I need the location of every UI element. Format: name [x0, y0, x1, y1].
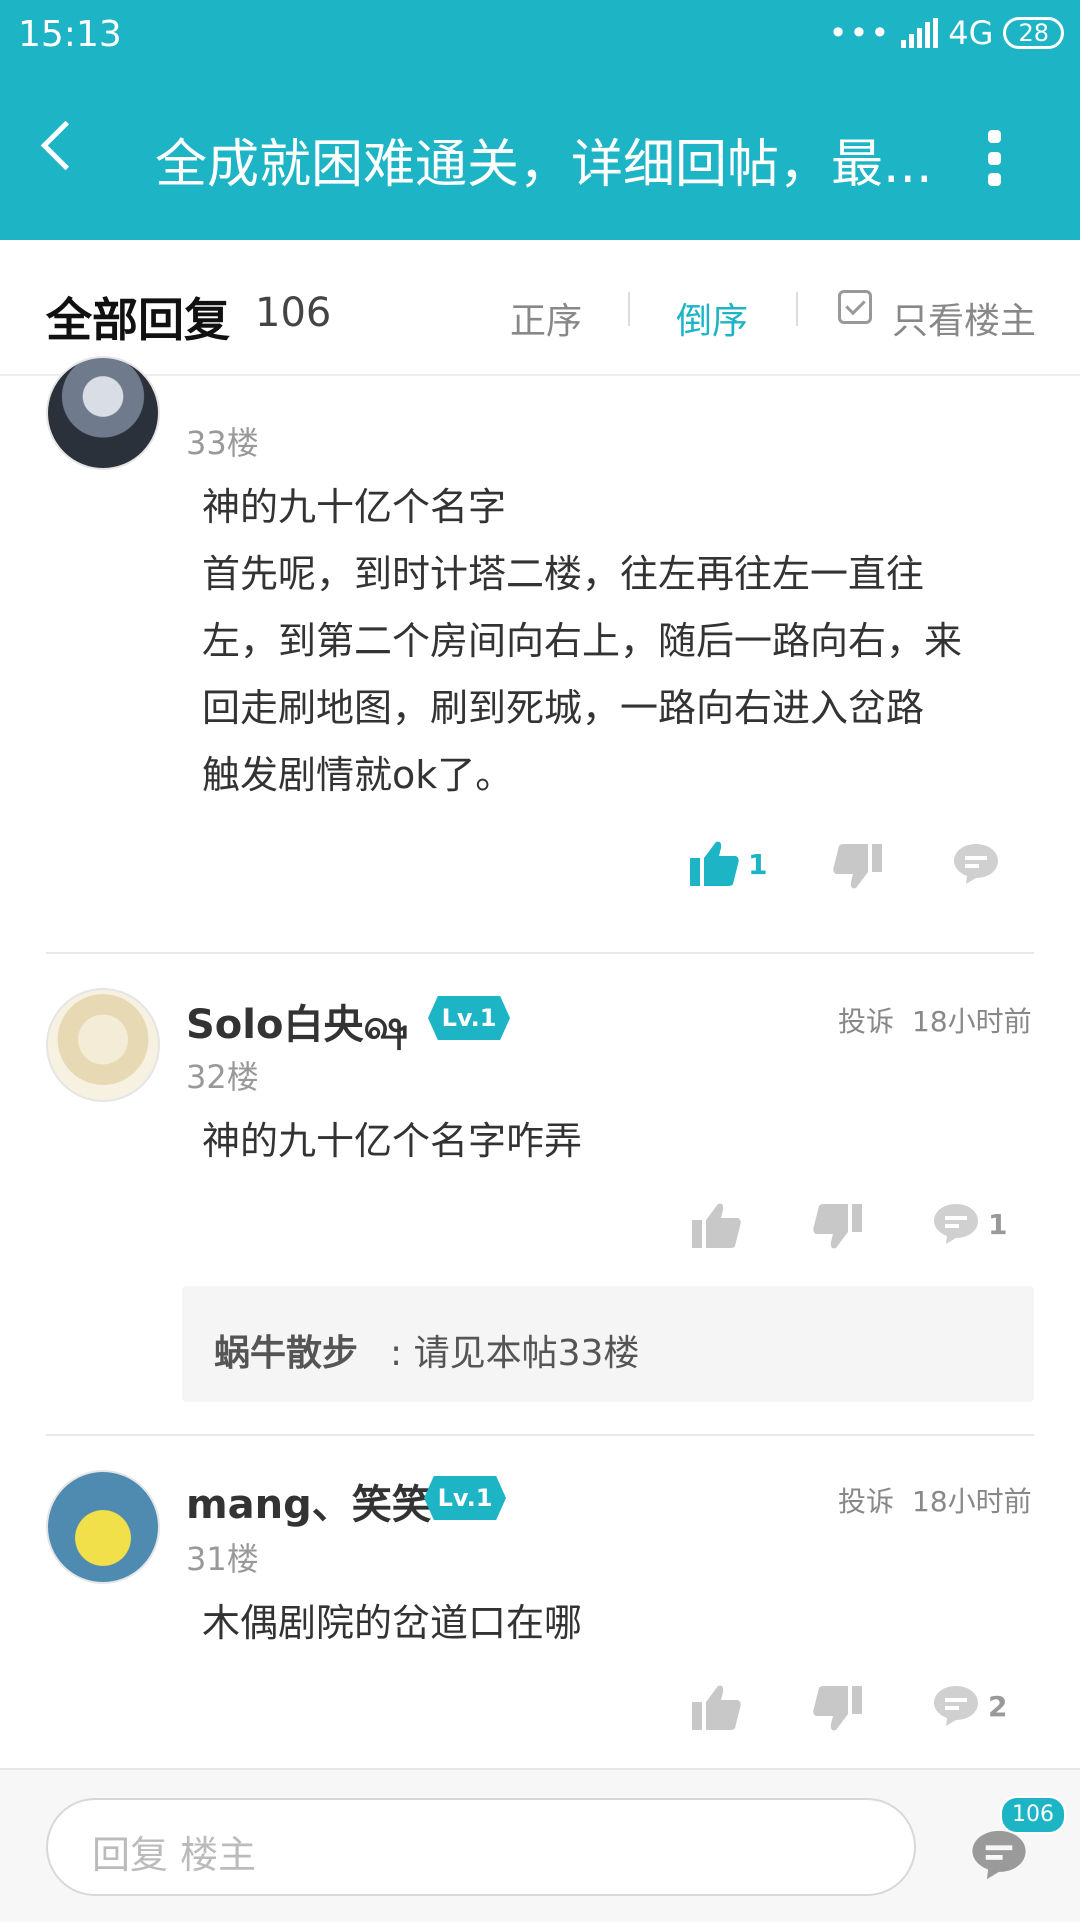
comment-icon	[954, 844, 998, 884]
app-bar: 15:13 ••• 4G 28 全成就困难通关，详细回帖，最...	[0, 0, 1080, 240]
username[interactable]: mang、笑笑	[186, 1472, 432, 1530]
thumb-down-icon	[813, 1686, 862, 1731]
comment-text: 木偶剧院的岔道口在哪	[202, 1601, 583, 1645]
reply-count-badge: 106	[1000, 1796, 1066, 1834]
thumb-up-icon	[692, 1685, 741, 1730]
more-icon[interactable]	[988, 130, 1002, 186]
thumb-up-icon	[690, 841, 739, 886]
reply-header: 全部回复 106 正序 倒序 只看楼主	[0, 240, 1080, 376]
signal-icon	[901, 18, 939, 48]
divider	[46, 952, 1034, 954]
all-replies-title: 全部回复	[46, 293, 230, 347]
report-button[interactable]: 投诉	[838, 1480, 894, 1520]
comment-time: 18小时前	[912, 1005, 1032, 1038]
page-title: 全成就困难通关，详细回帖，最...	[155, 135, 933, 195]
network-type: 4G	[948, 14, 994, 52]
level-badge: Lv.1	[428, 996, 510, 1040]
username[interactable]: Solo白央ஷ	[186, 992, 408, 1053]
more-status-icon: •••	[828, 14, 892, 52]
sort-asc-button[interactable]: 正序	[510, 292, 582, 344]
like-button[interactable]	[692, 1684, 742, 1732]
level-badge: Lv.1	[424, 1476, 506, 1520]
floor-number: 33楼	[186, 424, 259, 462]
dislike-button[interactable]	[812, 1684, 862, 1732]
thumb-down-icon	[813, 1204, 862, 1249]
floor-number: 31楼	[186, 1540, 259, 1578]
reply-count: 2	[988, 1689, 1008, 1723]
back-icon[interactable]	[40, 120, 91, 171]
comment-icon	[934, 1204, 978, 1244]
status-indicators: ••• 4G 28	[829, 14, 1064, 52]
comment-button[interactable]: 1	[932, 1202, 1007, 1246]
checkbox-icon[interactable]	[838, 290, 872, 324]
comment-text: 神的九十亿个名字 首先呢，到时计塔二楼，往左再往左一直往 左，到第二个房间向右上…	[202, 485, 963, 797]
reply-count: 106	[255, 290, 332, 336]
reply-placeholder: 回复 楼主	[92, 1833, 257, 1877]
comment-text: 神的九十亿个名字咋弄	[202, 1119, 583, 1163]
divider	[46, 1434, 1034, 1436]
battery-icon: 28	[1003, 17, 1064, 49]
comment-time: 18小时前	[912, 1485, 1032, 1518]
status-time: 15:13	[18, 14, 122, 55]
sub-reply-text: : 请见本帖33楼	[390, 1333, 640, 1374]
sort-desc-button[interactable]: 倒序	[676, 292, 748, 344]
sub-reply[interactable]: 蜗牛散步 : 请见本帖33楼	[182, 1286, 1034, 1402]
avatar[interactable]	[46, 988, 160, 1102]
reply-bar: 回复 楼主 106	[0, 1768, 1080, 1922]
like-button[interactable]	[692, 1202, 742, 1250]
comment-button[interactable]	[952, 842, 1000, 886]
avatar[interactable]	[46, 356, 160, 470]
comment-icon	[934, 1686, 978, 1726]
dislike-button[interactable]	[832, 842, 882, 890]
report-button[interactable]: 投诉	[838, 1000, 894, 1040]
reply-input[interactable]: 回复 楼主	[46, 1798, 916, 1896]
floor-number: 32楼	[186, 1058, 259, 1096]
like-button[interactable]: 1	[690, 840, 767, 888]
sub-reply-user[interactable]: 蜗牛散步	[214, 1324, 358, 1376]
thumb-down-icon	[833, 844, 882, 889]
thumb-up-icon	[692, 1203, 741, 1248]
divider	[796, 292, 798, 326]
dislike-button[interactable]	[812, 1202, 862, 1250]
divider	[628, 292, 630, 326]
only-owner-toggle[interactable]: 只看楼主	[892, 292, 1036, 344]
comment-button[interactable]: 2	[932, 1684, 1007, 1728]
comment-icon[interactable]	[970, 1828, 1028, 1882]
avatar[interactable]	[46, 1470, 160, 1584]
reply-count: 1	[988, 1207, 1008, 1241]
like-count: 1	[748, 847, 768, 881]
